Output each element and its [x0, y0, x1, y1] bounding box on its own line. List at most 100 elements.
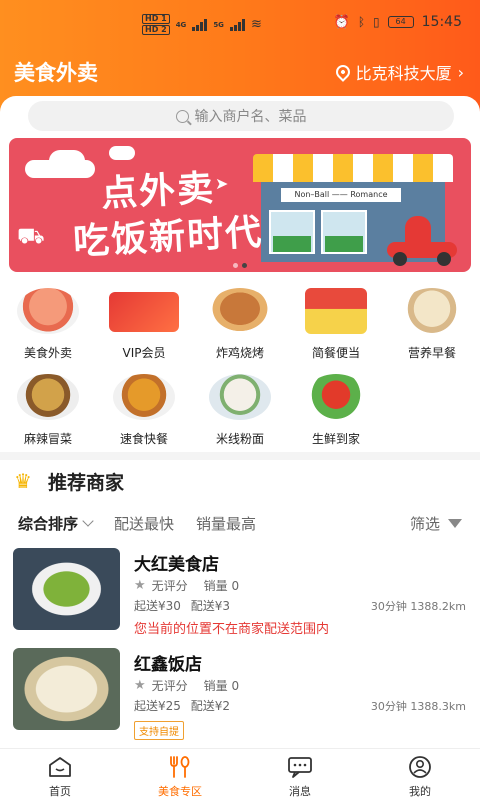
store-name: 红鑫饭店	[134, 655, 202, 675]
cloud-decoration	[49, 150, 85, 172]
clock: 15:45	[421, 14, 462, 30]
category-item[interactable]: 简餐便当	[288, 284, 384, 364]
tab-label: 首页	[49, 785, 71, 798]
store-rating: 无评分	[151, 679, 188, 693]
home-icon	[49, 757, 71, 777]
store-rating-row: ★ 无评分 销量 0	[134, 577, 239, 594]
self-pickup-badge: 支持自提	[134, 721, 184, 740]
category-label: 生鲜到家	[311, 432, 360, 446]
store-rating: 无评分	[151, 579, 188, 593]
search-input[interactable]: 输入商户名、菜品	[28, 101, 454, 131]
tab-profile[interactable]: 我的	[360, 749, 480, 800]
category-item[interactable]: 麻辣冒菜	[0, 370, 96, 450]
category-label: VIP会员	[122, 346, 166, 360]
vibrate-icon: ▯	[373, 15, 380, 29]
spicy-bowl-icon	[17, 374, 79, 420]
cloud-decoration	[109, 146, 135, 160]
store-time-distance: 30分钟 1388.3km	[370, 700, 466, 713]
section-title: 推荐商家	[48, 472, 125, 494]
category-item[interactable]: 炸鸡烧烤	[192, 284, 288, 364]
store-time-distance: 30分钟 1388.2km	[370, 600, 466, 613]
store-delivery-fee: 配送¥2	[190, 699, 231, 713]
signal-1-icon	[192, 18, 208, 31]
banner-slogan: 吃饭新时代	[72, 212, 265, 263]
store-card[interactable]: 大红美食店 ★ 无评分 销量 0 起送¥30 配送¥3 30分钟 1388.2k…	[0, 548, 480, 640]
noodle-bowl-icon	[209, 374, 271, 420]
search-placeholder: 输入商户名、菜品	[194, 109, 307, 125]
wifi-icon: ≋	[250, 17, 262, 32]
store-thumbnail	[13, 548, 120, 630]
sort-top-sales[interactable]: 销量最高	[196, 513, 256, 534]
sort-fastest-delivery[interactable]: 配送最快	[114, 513, 174, 534]
filter-button[interactable]: 筛选	[410, 513, 462, 534]
store-sales: 销量 0	[203, 679, 240, 693]
star-icon: ★	[134, 678, 146, 693]
tab-label: 消息	[289, 785, 311, 798]
delivery-bike-icon: ⛟	[17, 224, 45, 249]
tab-label: 我的	[409, 785, 431, 798]
delivery-rider-illustration	[387, 216, 457, 266]
utensils-icon	[170, 756, 190, 778]
tab-messages[interactable]: 消息	[240, 749, 360, 800]
shop-sign: Non–Ball —— Romance	[281, 188, 401, 202]
store-min-order: 起送¥25	[134, 699, 181, 713]
shop-awning	[253, 154, 453, 182]
category-item[interactable]: 美食外卖	[0, 284, 96, 364]
location-selector[interactable]: 比克科技大厦 ›	[332, 60, 464, 84]
category-item[interactable]: 米线粉面	[192, 370, 288, 450]
carousel-dots	[233, 263, 247, 268]
chevron-down-icon	[82, 515, 94, 527]
status-right: ⏰ ᛒ ▯ 64 15:45	[334, 14, 462, 30]
hd2-badge: HD 2	[142, 25, 170, 35]
category-item[interactable]: VIP会员	[96, 284, 192, 364]
store-fee-row: 起送¥25 配送¥2	[134, 697, 230, 714]
network-4g-label: 4G	[175, 20, 187, 29]
chevron-right-icon: ›	[457, 62, 464, 82]
star-icon: ★	[134, 578, 146, 593]
carousel-dot-active[interactable]	[242, 263, 247, 268]
carousel-dot[interactable]	[233, 263, 238, 268]
section-divider	[0, 452, 480, 460]
dumpling-icon	[401, 288, 463, 334]
plant-decoration	[273, 236, 311, 252]
message-icon	[288, 757, 312, 778]
status-bar: HD 1 HD 2 4G 5G ≋ ⏰ ᛒ ▯ 64 15:45	[0, 0, 480, 48]
category-item[interactable]: 生鲜到家	[288, 370, 384, 450]
battery-indicator: 64	[387, 16, 414, 28]
promo-banner[interactable]: ➤ ⛟ 点外卖 吃饭新时代 Non–Ball —— Romance	[9, 138, 471, 272]
recommend-header: 推荐商家	[14, 468, 124, 495]
paper-plane-icon: ➤	[215, 174, 229, 193]
tab-label: 美食专区	[158, 785, 202, 798]
store-card[interactable]: 红鑫饭店 ★ 无评分 销量 0 起送¥25 配送¥2 30分钟 1388.3km…	[0, 648, 480, 744]
delivery-range-warning: 您当前的位置不在商家配送范围内	[134, 622, 330, 637]
category-item[interactable]: 速食快餐	[96, 370, 192, 450]
category-label: 炸鸡烧烤	[215, 346, 264, 360]
wheel	[437, 252, 451, 266]
signal-2-icon	[229, 18, 245, 31]
location-pin-icon	[332, 62, 353, 82]
category-grid: 美食外卖 VIP会员 炸鸡烧烤 简餐便当 营养早餐 麻辣冒菜 速食快餐 米线粉面…	[0, 284, 480, 450]
category-item[interactable]: 营养早餐	[384, 284, 480, 364]
search-icon	[175, 109, 189, 123]
store-thumbnail	[13, 648, 120, 730]
app-title: 美食外卖	[14, 61, 98, 85]
covered-dish-icon	[17, 288, 79, 334]
bento-icon	[305, 288, 367, 334]
fast-food-icon	[113, 374, 175, 420]
funnel-icon	[448, 518, 462, 528]
tab-home[interactable]: 首页	[0, 749, 120, 800]
roast-chicken-icon	[209, 288, 271, 334]
sort-comprehensive[interactable]: 综合排序	[18, 513, 94, 534]
shop-window	[269, 210, 315, 254]
bluetooth-icon: ᛒ	[357, 15, 366, 29]
fresh-produce-icon	[305, 374, 367, 420]
store-fee-row: 起送¥30 配送¥3	[134, 597, 230, 614]
sort-comprehensive-label: 综合排序	[18, 514, 79, 533]
bottom-tab-bar: 首页 美食专区 消息 我的	[0, 748, 480, 800]
location-label: 比克科技大厦	[355, 64, 452, 83]
wheel	[393, 252, 407, 266]
tab-food-zone[interactable]: 美食专区	[120, 749, 240, 800]
vip-card-icon	[109, 292, 179, 332]
plant-decoration	[325, 236, 363, 252]
network-indicators: HD 1 HD 2 4G 5G ≋	[142, 14, 262, 35]
